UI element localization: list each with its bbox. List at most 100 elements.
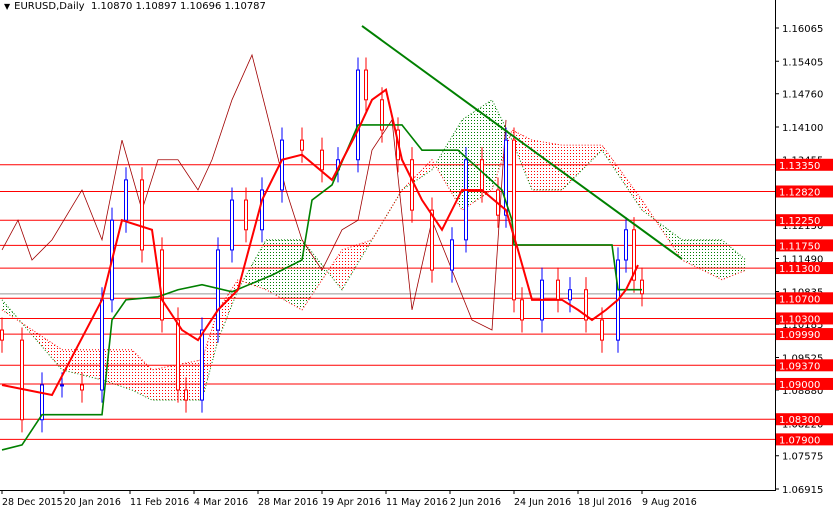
ichimoku-cloud-segment [270,239,274,295]
candle-body [184,389,188,401]
time-tick-label: 28 Mar 2016 [258,497,318,508]
ichimoku-cloud-segment [358,243,362,264]
candle-body [300,139,304,151]
ichimoku-cloud-segment [14,313,18,321]
ichimoku-cloud-segment [26,325,30,333]
candle-body [464,159,468,241]
time-tick-label: 11 Feb 2016 [130,497,189,508]
ichimoku-cloud-segment [582,145,586,171]
ichimoku-cloud-segment [90,349,94,378]
ichimoku-cloud-segment [334,255,338,285]
ichimoku-cloud-segment [566,145,570,186]
level-label: 1.10700 [779,294,820,305]
candle-body [364,69,368,101]
ichimoku-cloud-segment [630,183,634,199]
ichimoku-cloud-segment [210,322,214,371]
price-tick-label: 1.14760 [782,90,823,101]
chikou-span-line [1,53,507,331]
ichimoku-cloud-segment [6,304,10,316]
ichimoku-cloud-segment [542,141,546,190]
level-label: 1.12820 [779,187,820,198]
ichimoku-cloud-segment [474,109,478,203]
ichimoku-cloud-segment [422,165,426,177]
ichimoku-cloud-segment [686,239,690,264]
candle-body [480,159,484,191]
ichimoku-cloud-segment [518,133,522,166]
time-tick-label: 24 Jun 2016 [514,497,571,508]
candle-body [200,329,204,401]
time-tick-label: 19 Apr 2016 [322,497,381,508]
candle-body [568,289,572,301]
trendline [361,25,683,260]
ichimoku-cloud-segment [558,144,562,190]
price-tick-label: 1.06915 [782,485,823,496]
ichimoku-cloud-segment [702,239,706,272]
ichimoku-cloud-segment [578,145,582,175]
ichimoku-cloud-segment [122,349,126,388]
ichimoku-cloud-segment [646,206,650,217]
price-tick-label: 1.07575 [782,452,823,463]
ichimoku-cloud-segment [82,349,86,376]
ichimoku-cloud-segment [610,156,614,169]
candle-body [230,199,234,251]
ichimoku-cloud-segment [290,239,294,306]
ichimoku-cloud-segment [54,344,58,366]
price-chart[interactable]: 1.160651.154051.147601.141001.134551.128… [0,0,833,511]
ichimoku-cloud-segment [194,360,198,401]
ichimoku-cloud-segment [738,253,742,274]
ichimoku-cloud-segment [30,328,34,338]
candle-body [100,299,104,391]
ichimoku-cloud-segment [362,241,366,257]
ichimoku-cloud-segment [618,167,622,181]
ichimoku-cloud-segment [538,141,542,190]
ichimoku-cloud-segment [378,223,382,230]
ichimoku-cloud-segment [110,349,114,384]
level-label: 1.11750 [779,241,820,252]
ichimoku-cloud-segment [134,351,138,394]
ichimoku-cloud-segment [266,239,270,292]
ichimoku-cloud-segment [734,249,738,275]
level-label: 1.10300 [779,314,820,325]
candle-body [124,179,128,221]
candle-body [520,299,524,321]
candle-body [430,209,434,271]
level-label: 1.12250 [779,216,820,227]
ichimoku-cloud-segment [138,355,142,396]
ichimoku-cloud-segment [650,212,654,220]
ichimoku-cloud-segment [574,145,578,179]
ichimoku-cloud-segment [658,222,662,231]
level-label: 1.07900 [779,435,820,446]
ichimoku-cloud-segment [726,243,730,279]
ichimoku-cloud-segment [350,245,354,277]
candle-body [410,159,414,211]
ichimoku-cloud-segment [34,331,38,342]
ichimoku-cloud-segment [490,101,494,192]
ichimoku-cloud-segment [606,150,610,163]
ichimoku-cloud-segment [118,349,122,387]
tenkan-sen-line [1,88,639,397]
ichimoku-cloud-segment [742,256,746,272]
ichimoku-cloud-segment [278,239,282,299]
ichimoku-cloud-segment [166,366,170,401]
candle-body [20,339,24,421]
ichimoku-cloud-segment [562,145,566,190]
candle-body [140,179,144,251]
level-label: 1.08300 [779,415,820,426]
ichimoku-cloud-segment [682,239,686,262]
ichimoku-cloud-segment [570,145,574,183]
ichimoku-cloud-segment [298,239,302,310]
ichimoku-cloud-segment [690,239,694,266]
candle-body [320,149,324,171]
level-label: 1.11300 [779,264,820,275]
level-label: 1.09990 [779,330,820,341]
time-tick-label: 18 Jul 2016 [578,497,632,508]
time-tick-label: 20 Jan 2016 [64,497,121,508]
ichimoku-cloud-segment [226,291,230,320]
ichimoku-cloud-segment [590,145,594,163]
ichimoku-cloud-segment [342,248,346,290]
candle-body [280,139,284,191]
ichimoku-cloud-segment [354,244,358,270]
candle-body [512,139,516,301]
ichimoku-cloud-segment [418,169,422,180]
candle-body [0,329,4,341]
